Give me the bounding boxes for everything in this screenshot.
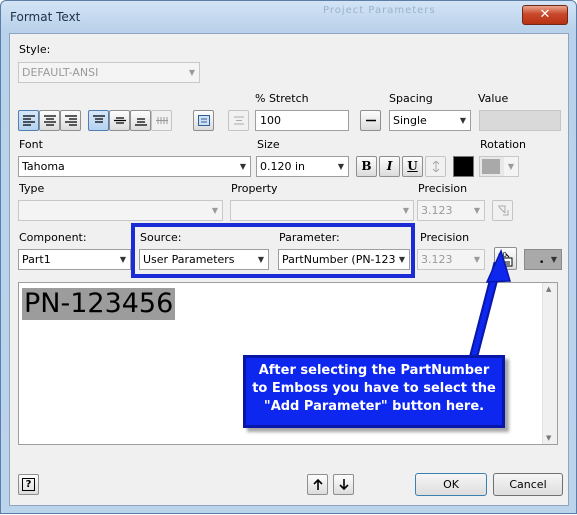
callout-line-2: to Emboss you have to select the [252, 381, 496, 396]
callout-line-1: After selecting the PartNumber [258, 363, 490, 378]
callout-arrow [468, 248, 511, 361]
callout-line-3: "Add Parameter" button here. [263, 399, 485, 414]
annotation-callout: After selecting the PartNumber to Emboss… [243, 355, 505, 428]
format-text-dialog: Format Text Project Parameters ✕ Style: … [0, 0, 577, 514]
